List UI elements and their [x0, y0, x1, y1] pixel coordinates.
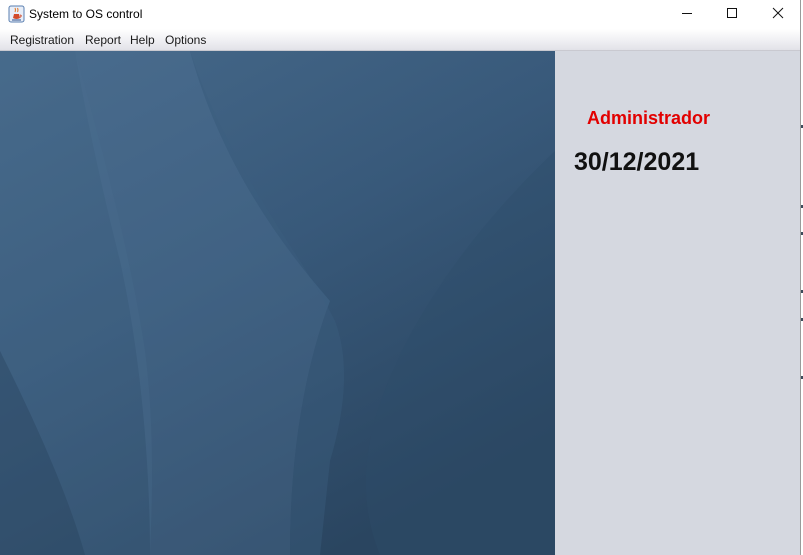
menu-registration[interactable]: Registration: [10, 33, 74, 47]
minimize-icon: [681, 6, 693, 24]
app-window: System to OS control Registration Report…: [0, 0, 801, 555]
java-cup-icon: [8, 5, 25, 23]
menu-help[interactable]: Help: [130, 33, 155, 47]
close-button[interactable]: [755, 0, 800, 29]
window-title: System to OS control: [29, 7, 143, 21]
main-content: Administrador 30/12/2021: [0, 51, 800, 555]
user-label: Administrador: [587, 108, 711, 128]
menu-options[interactable]: Options: [165, 33, 206, 47]
maximize-icon: [726, 6, 738, 24]
title-bar[interactable]: System to OS control: [0, 0, 800, 29]
menu-report[interactable]: Report: [85, 33, 121, 47]
side-panel: Administrador 30/12/2021: [555, 51, 800, 555]
menu-bar: Registration Report Help Options: [0, 29, 800, 51]
maximize-button[interactable]: [709, 0, 754, 29]
date-label: 30/12/2021: [574, 148, 700, 176]
close-icon: [772, 6, 784, 24]
minimize-button[interactable]: [664, 0, 709, 29]
desktop-background-image: [0, 51, 555, 555]
